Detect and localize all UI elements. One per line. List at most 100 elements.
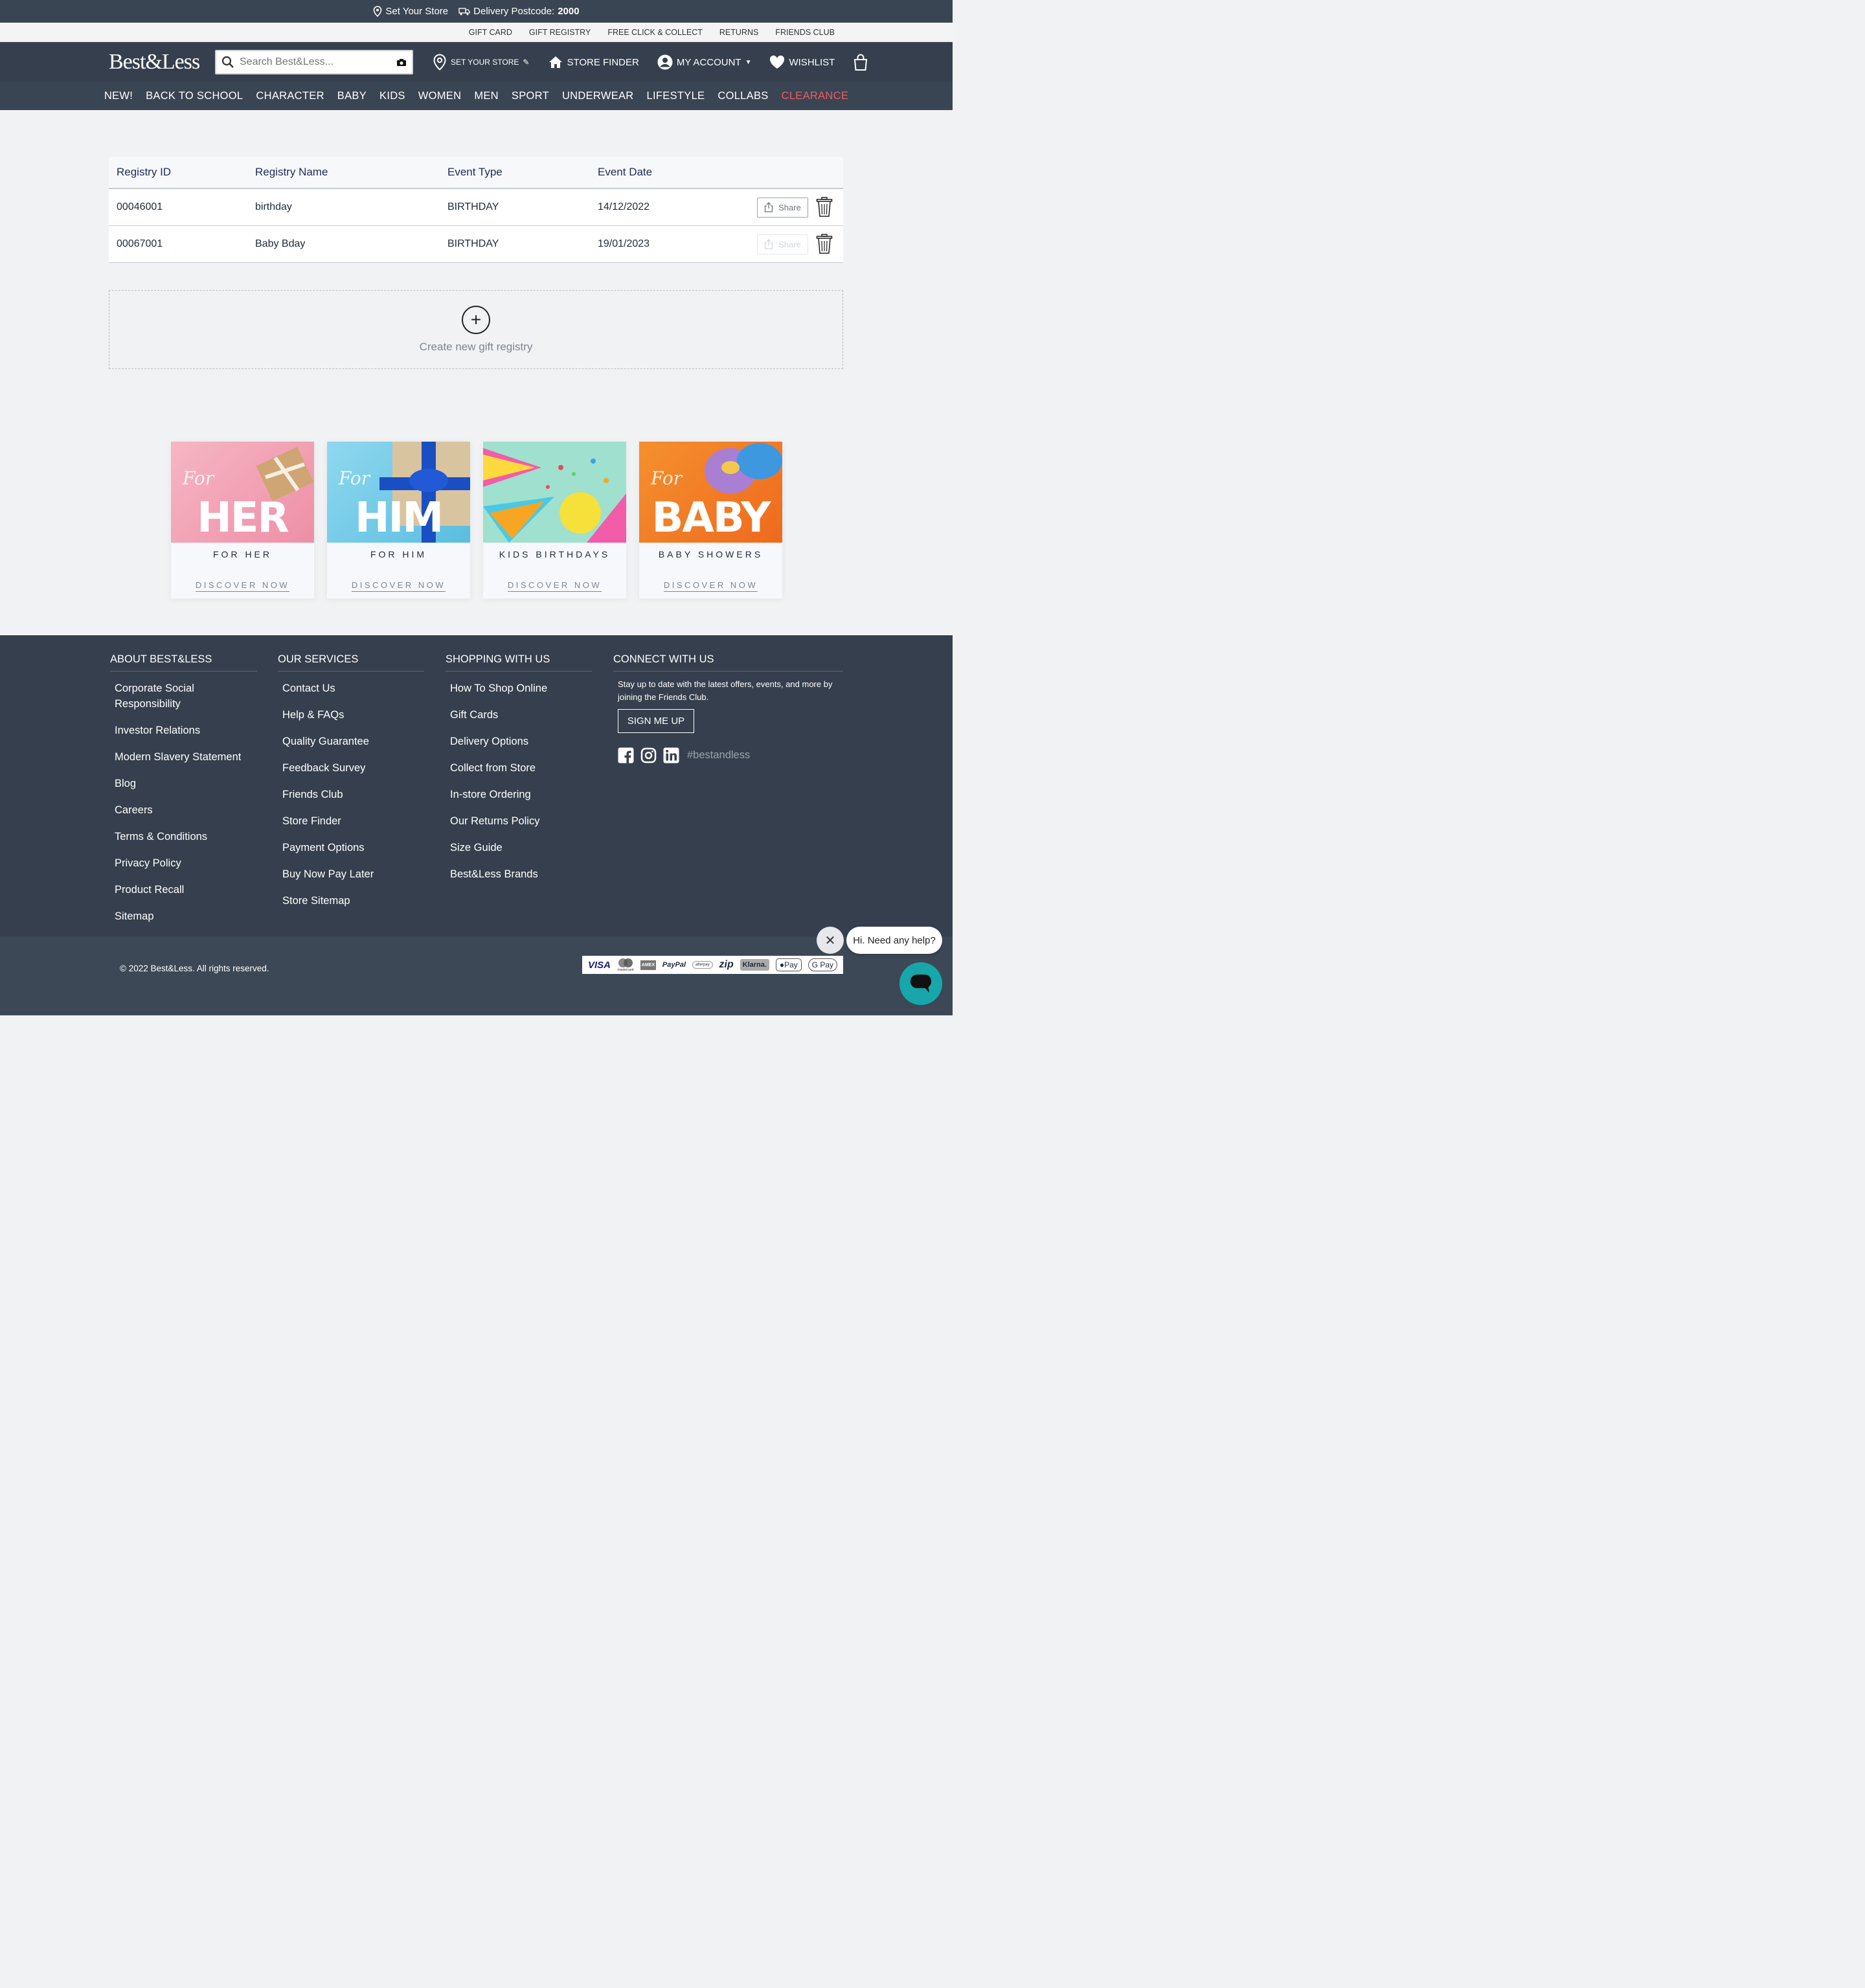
card-title: BABY SHOWERS: [658, 549, 763, 559]
footer-link[interactable]: Contact Us: [282, 681, 424, 696]
category-nav: NEW! BACK TO SCHOOL CHARACTER BABY KIDS …: [0, 82, 953, 110]
card-script: For: [339, 468, 370, 489]
footer-link[interactable]: Size Guide: [450, 840, 592, 855]
set-store-link[interactable]: Set Your Store: [373, 6, 448, 17]
footer-link[interactable]: Careers: [115, 802, 257, 818]
table-row[interactable]: 00046001 birthday BIRTHDAY 14/12/2022 Sh…: [109, 189, 843, 226]
util-link-returns[interactable]: RETURNS: [719, 28, 758, 37]
nav-men[interactable]: MEN: [474, 90, 499, 102]
util-link-friends-club[interactable]: FRIENDS CLUB: [775, 28, 835, 37]
paypal-logo: PayPal: [662, 961, 686, 969]
postcode-value: 2000: [558, 6, 580, 17]
edit-icon: ✎: [523, 58, 530, 67]
nav-back-to-school[interactable]: BACK TO SCHOOL: [146, 90, 243, 102]
card-image: [483, 442, 626, 543]
nav-kids[interactable]: KIDS: [379, 90, 405, 102]
logo[interactable]: Best&Less: [109, 50, 212, 74]
search-input[interactable]: [240, 56, 396, 68]
nav-clearance[interactable]: CLEARANCE: [782, 90, 849, 102]
footer-link[interactable]: Sitemap: [115, 909, 257, 924]
facebook-icon[interactable]: [618, 747, 634, 763]
trash-icon[interactable]: [816, 197, 833, 218]
footer-link[interactable]: Investor Relations: [115, 723, 257, 738]
footer-link[interactable]: Delivery Options: [450, 734, 592, 749]
linkedin-icon[interactable]: [663, 747, 679, 763]
share-icon: [764, 202, 773, 212]
nav-character[interactable]: CHARACTER: [256, 90, 324, 102]
share-label: Share: [778, 202, 801, 212]
util-link-gift-card[interactable]: GIFT CARD: [469, 28, 512, 37]
discover-now-link[interactable]: DISCOVER NOW: [663, 580, 758, 592]
footer-link[interactable]: Privacy Policy: [115, 855, 257, 871]
footer-link[interactable]: Our Returns Policy: [450, 813, 592, 829]
footer-link[interactable]: Friends Club: [282, 787, 424, 802]
share-button[interactable]: Share: [757, 234, 808, 254]
footer-link[interactable]: Gift Cards: [450, 707, 592, 723]
store-finder[interactable]: STORE FINDER: [548, 56, 639, 69]
footer-link[interactable]: In-store Ordering: [450, 787, 592, 802]
share-button[interactable]: Share: [757, 197, 808, 218]
trash-icon[interactable]: [816, 234, 833, 254]
set-your-store[interactable]: SET YOUR STORE ✎: [433, 54, 529, 71]
card-baby-showers[interactable]: For BABY BABY SHOWERS DISCOVER NOW: [639, 442, 782, 598]
my-account[interactable]: MY ACCOUNT ▼: [657, 54, 751, 70]
my-account-label: MY ACCOUNT: [676, 56, 741, 68]
footer-link[interactable]: Payment Options: [282, 840, 424, 855]
chat-close-button[interactable]: ✕: [817, 927, 844, 954]
zip-logo: zip: [719, 959, 734, 970]
delivery-postcode[interactable]: Delivery Postcode: 2000: [458, 6, 580, 17]
footer-link[interactable]: Terms & Conditions: [115, 829, 257, 844]
share-label: Share: [778, 239, 801, 249]
footer-link[interactable]: Product Recall: [115, 882, 257, 898]
footer-link[interactable]: Corporate Social Responsibility: [115, 681, 212, 712]
card-for-him[interactable]: For HIM FOR HIM DISCOVER NOW: [327, 442, 470, 598]
nav-underwear[interactable]: UNDERWEAR: [562, 90, 634, 102]
visa-logo: VISA: [587, 959, 611, 971]
google-pay-logo: G Pay: [808, 958, 838, 971]
registry-name: birthday: [255, 201, 292, 212]
create-registry-button[interactable]: + Create new gift registry: [109, 290, 843, 369]
nav-new[interactable]: NEW!: [104, 90, 133, 102]
footer-link[interactable]: Store Finder: [282, 813, 424, 829]
nav-women[interactable]: WOMEN: [418, 90, 462, 102]
connect-text: Stay up to date with the latest offers, …: [618, 679, 833, 702]
camera-icon[interactable]: [396, 58, 407, 67]
nav-collabs[interactable]: COLLABS: [718, 90, 768, 102]
nav-lifestyle[interactable]: LIFESTYLE: [647, 90, 705, 102]
footer-link[interactable]: Help & FAQs: [282, 707, 424, 723]
footer-heading: SHOPPING WITH US: [446, 653, 592, 672]
card-big-text: HER: [197, 494, 289, 542]
card-kids-birthdays[interactable]: KIDS BIRTHDAYS DISCOVER NOW: [483, 442, 626, 598]
event-type: BIRTHDAY: [447, 238, 499, 249]
nav-baby[interactable]: BABY: [337, 90, 367, 102]
wishlist[interactable]: WISHLIST: [769, 55, 835, 69]
footer-link[interactable]: Buy Now Pay Later: [282, 866, 424, 882]
footer-link[interactable]: Modern Slavery Statement: [115, 749, 257, 765]
chat-launcher-button[interactable]: [899, 962, 942, 1005]
hashtag[interactable]: #bestandless: [687, 749, 750, 762]
footer-link[interactable]: How To Shop Online: [450, 681, 592, 696]
search-box[interactable]: [215, 50, 413, 74]
footer-link[interactable]: Blog: [115, 776, 257, 791]
card-script: For: [651, 468, 683, 489]
location-pin-icon: [433, 54, 446, 71]
discover-now-link[interactable]: DISCOVER NOW: [195, 580, 290, 592]
sign-me-up-button[interactable]: SIGN ME UP: [618, 709, 694, 733]
table-row[interactable]: 00067001 Baby Bday BIRTHDAY 19/01/2023 S…: [109, 226, 843, 263]
col-registry-id: Registry ID: [117, 166, 172, 178]
nav-sport[interactable]: SPORT: [512, 90, 549, 102]
discover-now-link[interactable]: DISCOVER NOW: [507, 580, 602, 592]
footer-link[interactable]: Quality Guarantee: [282, 734, 424, 749]
footer-link[interactable]: Store Sitemap: [282, 893, 424, 909]
util-link-click-collect[interactable]: FREE CLICK & COLLECT: [607, 28, 703, 37]
card-for-her[interactable]: For HER FOR HER DISCOVER NOW: [171, 442, 314, 598]
shopping-bag[interactable]: [853, 54, 868, 71]
discover-now-link[interactable]: DISCOVER NOW: [351, 580, 446, 592]
instagram-icon[interactable]: [640, 747, 657, 763]
util-link-gift-registry[interactable]: GIFT REGISTRY: [529, 28, 591, 37]
footer-link[interactable]: Feedback Survey: [282, 760, 424, 776]
footer-link[interactable]: Best&Less Brands: [450, 866, 592, 882]
footer-link[interactable]: Collect from Store: [450, 760, 592, 776]
mastercard-circles-icon: [618, 958, 633, 967]
chat-greeting[interactable]: Hi. Need any help?: [846, 927, 942, 954]
